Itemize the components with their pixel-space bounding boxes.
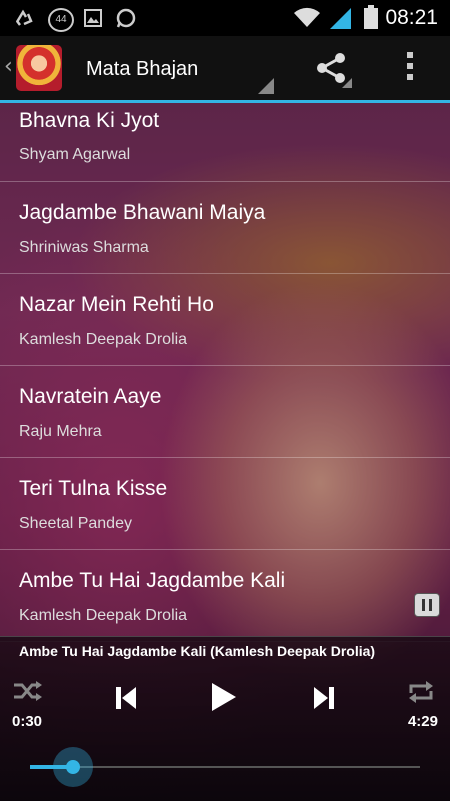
song-artist: Kamlesh Deepak Drolia bbox=[19, 331, 188, 348]
song-artist: Shriniwas Sharma bbox=[19, 239, 149, 256]
overflow-menu-icon[interactable] bbox=[400, 52, 420, 84]
seek-thumb[interactable] bbox=[52, 747, 93, 787]
song-title: Ambe Tu Hai Jagdambe Kali bbox=[19, 569, 286, 592]
image-icon bbox=[84, 9, 102, 27]
list-item[interactable]: Teri Tulna Kisse Sheetal Pandey bbox=[0, 458, 450, 550]
now-playing-pause-icon[interactable] bbox=[414, 593, 440, 617]
previous-icon[interactable] bbox=[114, 685, 138, 711]
song-artist: Shyam Agarwal bbox=[19, 146, 131, 163]
song-artist: Raju Mehra bbox=[19, 423, 102, 440]
list-item[interactable]: Ambe Tu Hai Jagdambe Kali Kamlesh Deepak… bbox=[0, 550, 450, 642]
spinner-indicator-icon bbox=[258, 78, 274, 94]
status-bar: 44 08:21 bbox=[0, 0, 450, 36]
song-title: Bhavna Ki Jyot bbox=[19, 109, 160, 132]
up-caret-icon[interactable]: ‹ bbox=[4, 54, 13, 79]
whatsapp-icon bbox=[116, 8, 136, 28]
next-icon[interactable] bbox=[312, 685, 336, 711]
elapsed-time: 0:30 bbox=[12, 713, 43, 730]
total-duration: 4:29 bbox=[407, 713, 438, 730]
battery-icon bbox=[364, 5, 378, 29]
song-artist: Sheetal Pandey bbox=[19, 515, 132, 532]
list-item[interactable]: Bhavna Ki Jyot Shyam Agarwal bbox=[0, 103, 450, 182]
action-bar: ‹ Mata Bhajan bbox=[0, 36, 450, 100]
now-playing-label: Ambe Tu Hai Jagdambe Kali (Kamlesh Deepa… bbox=[19, 643, 376, 659]
app-icon[interactable] bbox=[16, 45, 62, 91]
shuffle-icon[interactable] bbox=[12, 679, 44, 703]
wifi-icon bbox=[294, 7, 320, 27]
song-list: Bhavna Ki Jyot Shyam Agarwal Jagdambe Bh… bbox=[0, 103, 450, 642]
recycle-icon bbox=[15, 9, 33, 26]
song-title: Navratein Aaye bbox=[19, 385, 162, 408]
song-title: Jagdambe Bhawani Maiya bbox=[19, 201, 266, 224]
song-title: Teri Tulna Kisse bbox=[19, 477, 168, 500]
player-bar: Ambe Tu Hai Jagdambe Kali (Kamlesh Deepa… bbox=[0, 636, 450, 801]
signal-icon bbox=[330, 8, 351, 29]
repeat-icon[interactable] bbox=[406, 679, 436, 705]
app-title[interactable]: Mata Bhajan bbox=[86, 58, 198, 81]
list-item[interactable]: Jagdambe Bhawani Maiya Shriniwas Sharma bbox=[0, 182, 450, 274]
share-dropdown-indicator-icon bbox=[342, 78, 352, 88]
play-icon[interactable] bbox=[210, 681, 238, 713]
song-title: Nazar Mein Rehti Ho bbox=[19, 293, 214, 316]
clock: 08:21 bbox=[385, 6, 438, 29]
list-item[interactable]: Nazar Mein Rehti Ho Kamlesh Deepak Droli… bbox=[0, 274, 450, 366]
list-item[interactable]: Navratein Aaye Raju Mehra bbox=[0, 366, 450, 458]
song-artist: Kamlesh Deepak Drolia bbox=[19, 607, 188, 624]
badge-icon: 44 bbox=[48, 8, 74, 32]
